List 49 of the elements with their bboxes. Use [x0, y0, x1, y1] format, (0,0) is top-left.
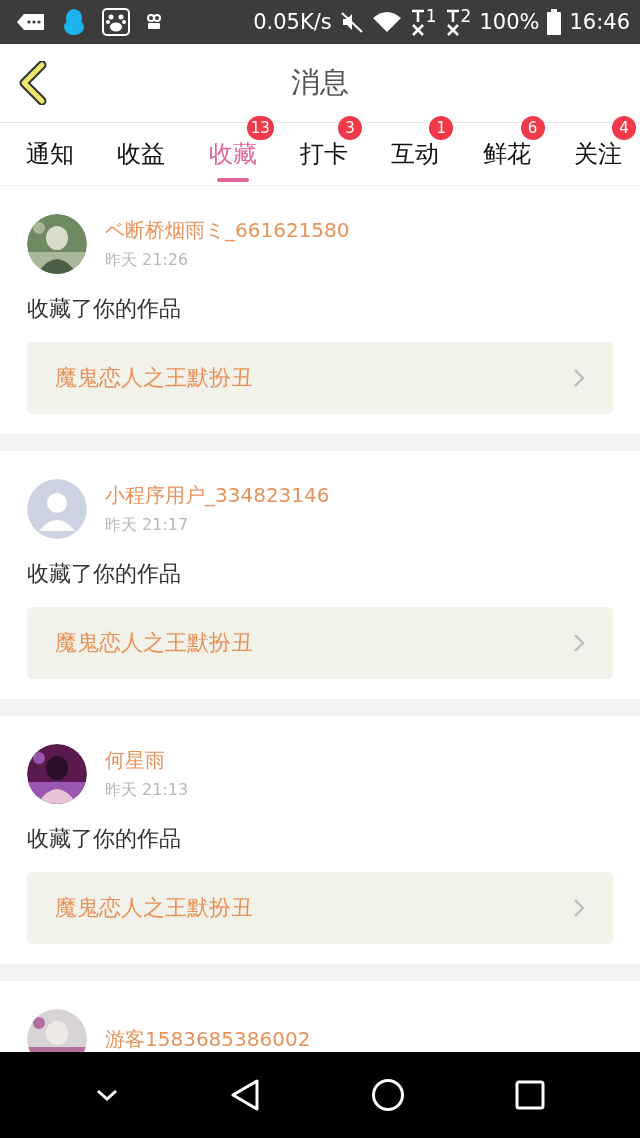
work-link[interactable]: 魔鬼恋人之王默扮丑 [27, 872, 613, 944]
battery-percent: 100% [479, 10, 540, 34]
timestamp: 昨天 21:26 [105, 250, 190, 271]
square-recents-icon [515, 1080, 545, 1110]
timestamp: 昨天 21:17 [105, 515, 190, 536]
message-text: 收藏了你的作品 [27, 825, 182, 853]
work-title: 魔鬼恋人之王默扮丑 [55, 894, 253, 922]
tab[interactable]: 收益 [117, 130, 166, 178]
back-chevron-icon [18, 61, 48, 105]
message-text: 收藏了你的作品 [27, 560, 182, 588]
wifi-icon [371, 10, 402, 34]
avatar-icon [27, 479, 87, 539]
circle-home-icon [371, 1078, 405, 1112]
triangle-back-icon [229, 1078, 261, 1112]
clock: 16:46 [569, 10, 630, 34]
message-icon [16, 12, 46, 32]
chevron-down-icon [95, 1088, 119, 1102]
count-badge: 4 [611, 116, 636, 140]
timestamp: 昨天 21:13 [105, 780, 189, 801]
work-link[interactable]: 魔鬼恋人之王默扮丑 [27, 342, 613, 414]
user-name[interactable]: 游客1583685386002 [105, 1025, 311, 1052]
tab-underline [216, 178, 249, 182]
user-name[interactable]: 小程序用户_334823146 [105, 482, 330, 509]
chevron-right-icon [573, 898, 585, 918]
count-badge: 13 [246, 116, 274, 140]
tab[interactable]: 通知 [26, 130, 74, 178]
sim-number: 2 [460, 8, 472, 25]
work-link[interactable]: 魔鬼恋人之王默扮丑 [27, 607, 613, 679]
chevron-right-icon [573, 633, 585, 653]
penguin-icon [62, 8, 86, 36]
signal-icon [409, 8, 426, 36]
network-speed: 0.05K/s [253, 10, 332, 34]
chevron-right-icon [573, 368, 585, 388]
page-title: 消息 [291, 64, 349, 101]
work-title: 魔鬼恋人之王默扮丑 [55, 629, 253, 657]
count-badge: 6 [520, 116, 545, 140]
signal-icon [444, 8, 461, 36]
count-badge: 3 [338, 116, 362, 140]
work-title: 魔鬼恋人之王默扮丑 [55, 364, 253, 392]
camera-icon [146, 13, 162, 31]
battery-icon [547, 9, 562, 35]
count-badge: 1 [429, 116, 454, 140]
paw-icon [102, 8, 130, 36]
user-name[interactable]: 何星雨 [105, 747, 189, 774]
back-button[interactable] [18, 61, 48, 105]
user-name[interactable]: ベ断桥烟雨ミ_661621580 [105, 217, 350, 244]
message-text: 收藏了你的作品 [27, 295, 182, 323]
mute-icon [339, 10, 364, 34]
sim-number: 1 [425, 8, 437, 25]
